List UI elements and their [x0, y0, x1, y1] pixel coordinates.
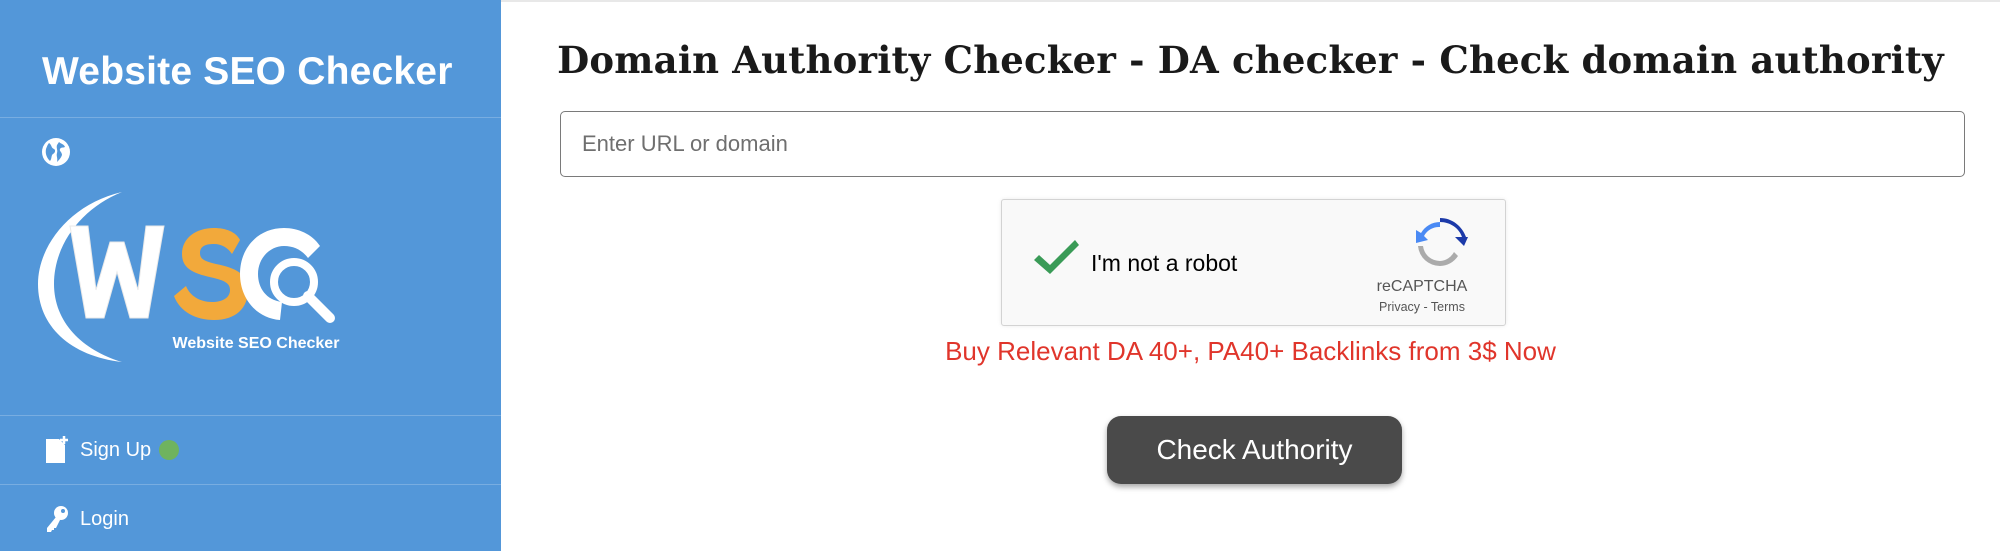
globe-icon[interactable]: [40, 136, 72, 168]
sidebar-item-signup[interactable]: Sign Up: [0, 416, 501, 484]
document-add-icon: [46, 436, 68, 463]
status-dot: [159, 440, 180, 460]
backlinks-promo-link[interactable]: Buy Relevant DA 40+, PA40+ Backlinks fro…: [501, 336, 2000, 367]
recaptcha-logo-icon: [1416, 218, 1468, 267]
sidebar: Website SEO Checker Website SEO Checker …: [0, 0, 501, 551]
key-icon: [47, 506, 68, 532]
recaptcha-widget: I'm not a robot reCAPTCHA Privacy - Term…: [1001, 199, 1506, 326]
logo-caption: Website SEO Checker: [173, 335, 340, 352]
recaptcha-brand: reCAPTCHA: [1376, 278, 1468, 295]
privacy-link[interactable]: Privacy: [1379, 300, 1420, 314]
captcha-label: I'm not a robot: [1091, 250, 1238, 276]
terms-link[interactable]: Terms: [1431, 300, 1465, 314]
page-title: Domain Authority Checker - DA checker - …: [557, 38, 1944, 82]
recaptcha-links: Privacy - Terms: [1352, 300, 1492, 314]
top-divider: [501, 0, 2000, 2]
check-authority-button[interactable]: Check Authority: [1107, 416, 1402, 484]
sidebar-divider: [0, 117, 501, 118]
url-input[interactable]: [560, 111, 1965, 177]
sidebar-item-label: Login: [80, 507, 129, 530]
site-brand[interactable]: Website SEO Checker: [42, 50, 453, 94]
wsc-logo[interactable]: Website SEO Checker: [30, 186, 360, 366]
link-separator: -: [1420, 300, 1431, 314]
checkmark-icon[interactable]: [1030, 236, 1082, 280]
sidebar-item-label: Sign Up: [80, 438, 152, 461]
sidebar-item-login[interactable]: Login: [0, 485, 501, 551]
